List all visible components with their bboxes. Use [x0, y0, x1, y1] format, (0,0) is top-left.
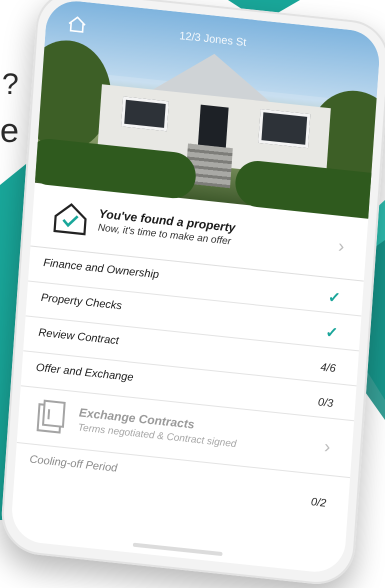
phone: 12/3 Jones St You've found a property No… [0, 0, 385, 588]
phone-screen: 12/3 Jones St You've found a property No… [9, 0, 382, 575]
house-door [197, 104, 229, 150]
check-icon: ✓ [327, 288, 342, 308]
partial-text-top: ? [2, 68, 19, 101]
step-label: Finance and Ownership [42, 256, 160, 282]
partial-text-bottom: e [0, 112, 19, 150]
house-check-icon [53, 203, 87, 236]
step-label: Offer and Exchange [35, 361, 134, 384]
step-progress: 0/3 [317, 396, 334, 410]
step-label: Review Contract [38, 326, 120, 348]
property-photo: 12/3 Jones St [17, 0, 382, 223]
home-indicator[interactable] [132, 542, 223, 557]
house-window [121, 96, 169, 132]
house-window [258, 108, 311, 149]
chevron-right-icon: › [323, 436, 331, 457]
document-icon [36, 399, 66, 434]
step-label: Cooling-off Period [29, 453, 118, 475]
check-icon: ✓ [325, 323, 339, 343]
step-progress: 4/6 [320, 361, 337, 376]
step-label: Property Checks [40, 291, 123, 313]
step-progress: 0/2 [310, 496, 327, 510]
chevron-right-icon: › [337, 235, 345, 257]
